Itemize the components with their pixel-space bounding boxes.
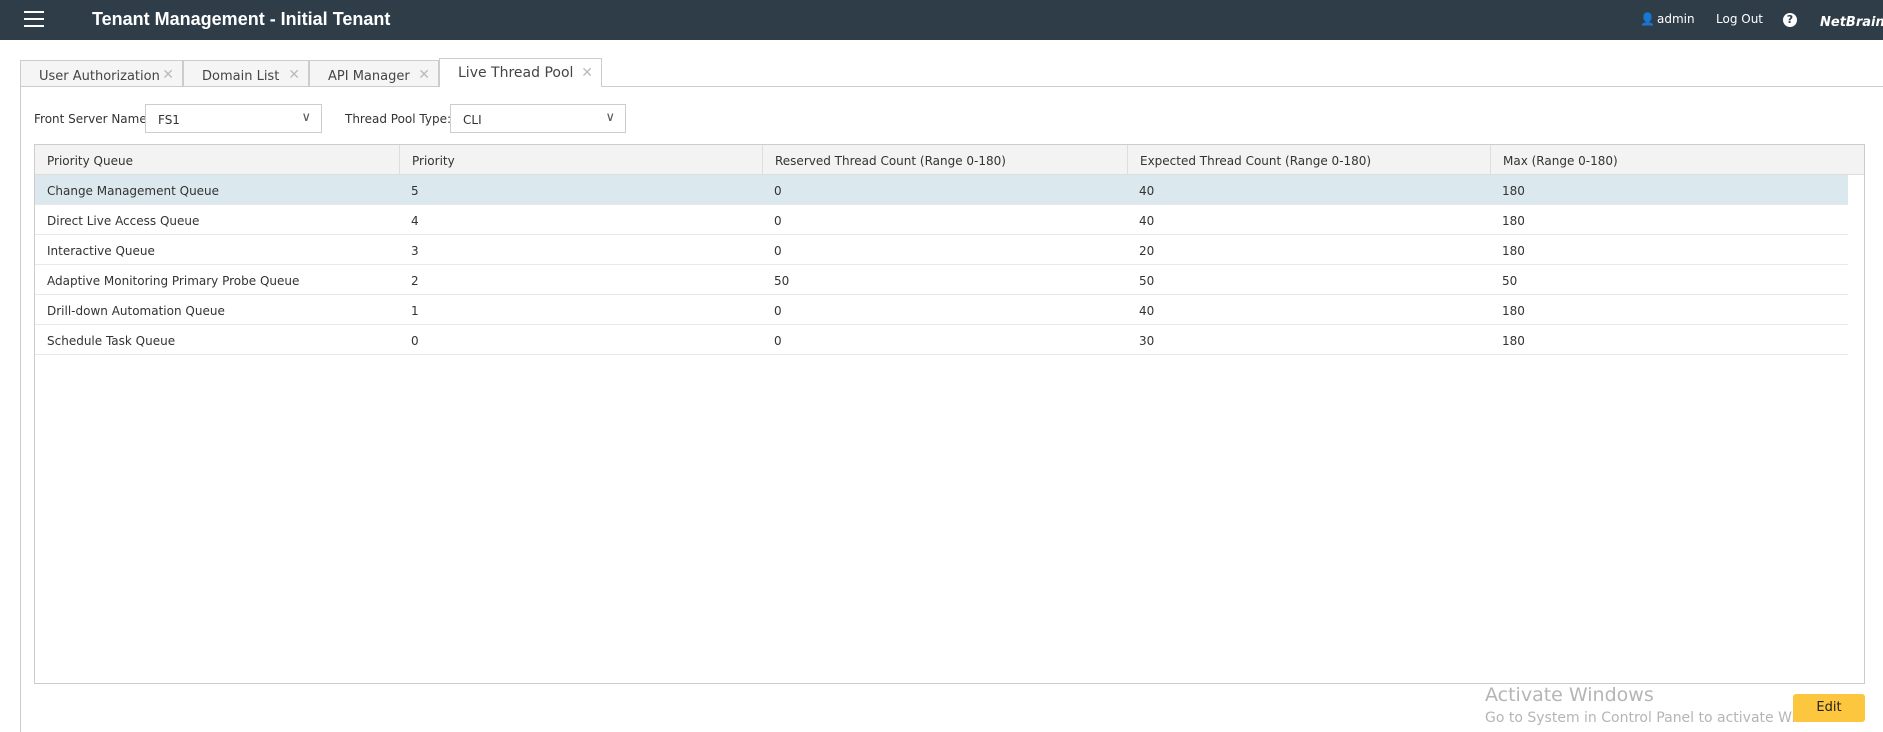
close-icon[interactable]: ✕ (581, 65, 593, 81)
table-cell: 0 (774, 334, 782, 348)
table-cell: 180 (1502, 244, 1525, 258)
table-cell: 3 (411, 244, 419, 258)
tab-label: User Authorization (39, 69, 160, 84)
table-cell: 180 (1502, 214, 1525, 228)
table-row[interactable]: Interactive Queue 3 0 20 180 (35, 235, 1848, 265)
table-cell: 0 (774, 184, 782, 198)
table-cell: 40 (1139, 304, 1155, 318)
close-icon[interactable]: ✕ (162, 67, 174, 83)
page-title: Tenant Management - Initial Tenant (92, 9, 391, 29)
tab-user-authorization[interactable]: User Authorization ✕ (20, 60, 183, 86)
column-header[interactable]: Priority Queue (35, 145, 399, 174)
logout-link[interactable]: Log Out (1716, 12, 1763, 26)
tab-label: Live Thread Pool (458, 65, 574, 81)
hamburger-menu-icon[interactable] (24, 11, 44, 27)
table-header: Priority Queue Priority Reserved Thread … (35, 145, 1864, 175)
table-cell: Interactive Queue (47, 244, 155, 258)
table-cell: 5 (411, 184, 419, 198)
column-header[interactable]: Max (Range 0-180) (1490, 145, 1864, 174)
table-cell: 0 (411, 334, 419, 348)
table-row[interactable]: Change Management Queue 5 0 40 180 (35, 175, 1848, 205)
table-cell: 50 (1502, 274, 1518, 288)
chevron-down-icon: ∨ (301, 110, 311, 125)
table-cell: 2 (411, 274, 419, 288)
tab-api-manager[interactable]: API Manager ✕ (309, 60, 439, 86)
table-cell: 50 (774, 274, 790, 288)
table-cell: 0 (774, 304, 782, 318)
table-cell: 1 (411, 304, 419, 318)
table-row[interactable]: Direct Live Access Queue 4 0 40 180 (35, 205, 1848, 235)
user-menu[interactable]: admin (1657, 12, 1695, 26)
netbrain-logo: NetBrain (1820, 15, 1883, 30)
user-icon: 👤 (1640, 12, 1655, 26)
table-cell: 40 (1139, 214, 1155, 228)
table-cell: 180 (1502, 304, 1525, 318)
close-icon[interactable]: ✕ (418, 67, 430, 83)
tab-label: API Manager (328, 69, 410, 84)
select-value: CLI (463, 113, 482, 127)
table-cell: Adaptive Monitoring Primary Probe Queue (47, 274, 300, 288)
tab-live-thread-pool[interactable]: Live Thread Pool ✕ (439, 58, 602, 87)
table-cell: 180 (1502, 334, 1525, 348)
table-cell: 4 (411, 214, 419, 228)
table-row[interactable]: Schedule Task Queue 0 0 30 180 (35, 325, 1848, 355)
activate-windows-title: Activate Windows (1485, 684, 1654, 706)
table-row[interactable]: Adaptive Monitoring Primary Probe Queue 2… (35, 265, 1848, 295)
select-value: FS1 (158, 113, 180, 127)
activate-windows-subtitle: Go to System in Control Panel to activat… (1485, 710, 1846, 726)
help-icon[interactable]: ? (1783, 13, 1797, 27)
table-cell: 180 (1502, 184, 1525, 198)
tab-domain-list[interactable]: Domain List ✕ (183, 60, 309, 86)
table-cell: Schedule Task Queue (47, 334, 176, 348)
front-server-label: Front Server Name: (34, 112, 151, 126)
table-cell: 20 (1139, 244, 1155, 258)
tab-label: Domain List (202, 69, 280, 84)
table-cell: 50 (1139, 274, 1155, 288)
edit-button[interactable]: Edit (1793, 694, 1865, 722)
table-cell: Drill-down Automation Queue (47, 304, 225, 318)
thread-pool-type-label: Thread Pool Type: (345, 112, 452, 126)
table-cell: 0 (774, 214, 782, 228)
close-icon[interactable]: ✕ (288, 67, 300, 83)
table-row[interactable]: Drill-down Automation Queue 1 0 40 180 (35, 295, 1848, 325)
front-server-select[interactable]: FS1 ∨ (145, 104, 322, 133)
column-header[interactable]: Reserved Thread Count (Range 0-180) (762, 145, 1127, 174)
table-cell: 30 (1139, 334, 1155, 348)
table-cell: Direct Live Access Queue (47, 214, 200, 228)
table-cell: 40 (1139, 184, 1155, 198)
top-bar: Tenant Management - Initial Tenant 👤 adm… (0, 0, 1883, 40)
chevron-down-icon: ∨ (605, 110, 615, 125)
table-cell: 0 (774, 244, 782, 258)
thread-pool-type-select[interactable]: CLI ∨ (450, 104, 626, 133)
thread-pool-table: Priority Queue Priority Reserved Thread … (34, 144, 1865, 684)
column-header[interactable]: Priority (399, 145, 762, 174)
column-header[interactable]: Expected Thread Count (Range 0-180) (1127, 145, 1490, 174)
table-cell: Change Management Queue (47, 184, 220, 198)
